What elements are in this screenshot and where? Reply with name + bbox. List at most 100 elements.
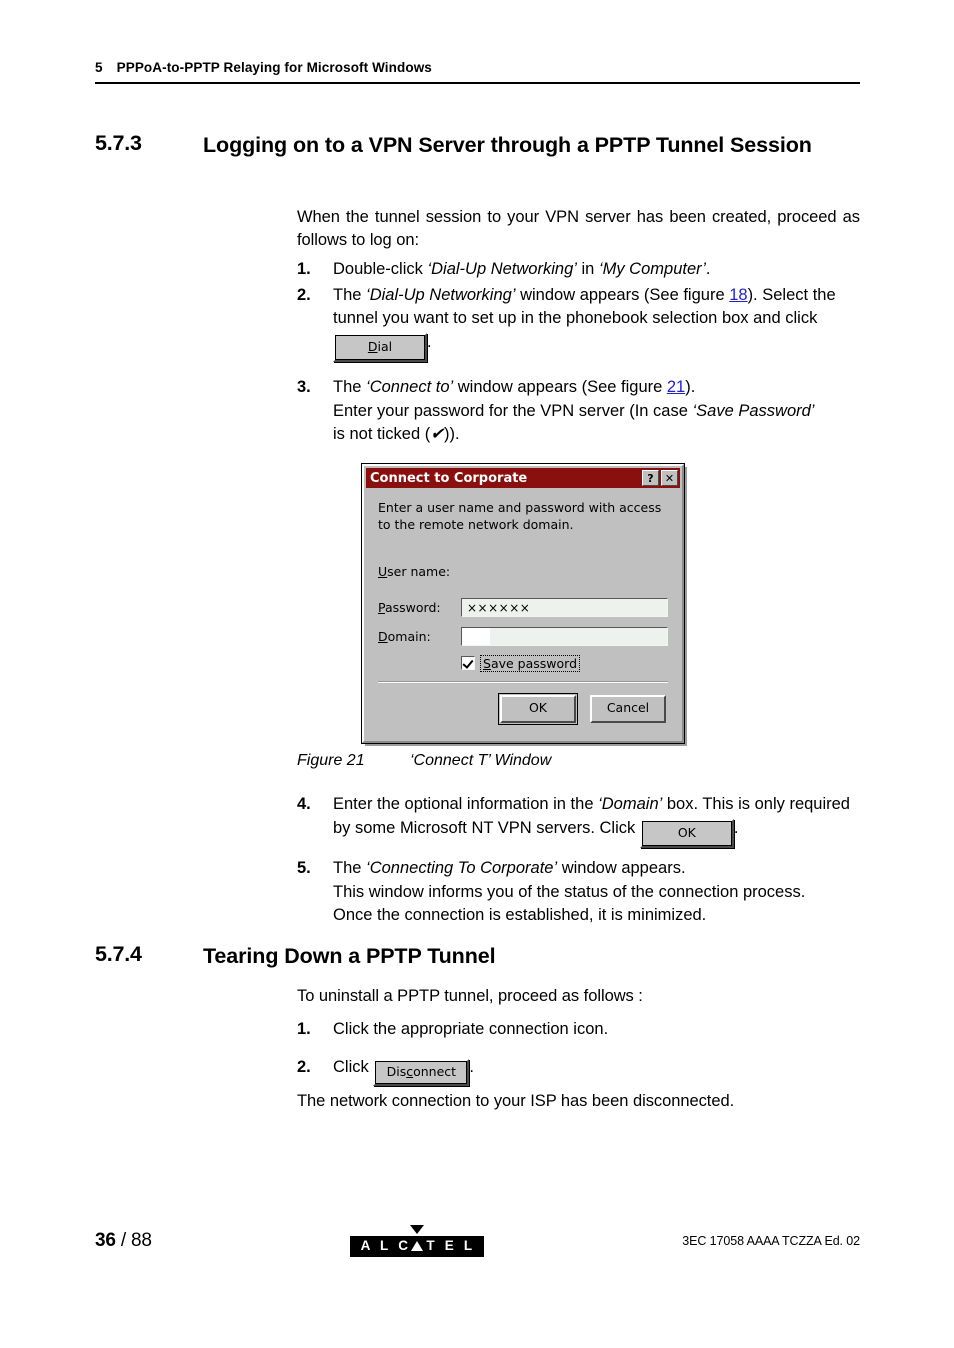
header-rule (95, 82, 860, 84)
close-icon[interactable]: ✕ (661, 470, 678, 486)
step5-post: window appears. (557, 859, 686, 878)
document-page: 5 PPPoA-to-PPTP Relaying for Microsoft W… (0, 0, 954, 1348)
list-item: 4. Enter the optional information in the… (297, 793, 860, 849)
step5-pre: The (333, 859, 367, 878)
triangle-up-icon (411, 1240, 424, 1251)
step3-line3-post: )). (444, 425, 460, 444)
step3-line2-pre: Enter your password for the VPN server (… (333, 401, 693, 420)
step2-emphasis: ‘Dial-Up Networking’ (366, 285, 516, 304)
teardown-step-number-1: 1. (297, 1020, 311, 1038)
figure-18-crossref[interactable]: 18 (729, 286, 747, 304)
step3-line3: is not ticked ( (333, 425, 431, 444)
step2-pre: The (333, 285, 367, 304)
step1-mid: in (576, 260, 599, 278)
step5-line2: This window informs you of the status of… (333, 882, 806, 901)
connect-to-corporate-dialog: Connect to Corporate ? ✕ Enter a user na… (361, 463, 685, 744)
ok-button[interactable]: OK (639, 818, 734, 849)
teardown-intro-block: To uninstall a PPTP tunnel, proceed as f… (297, 985, 860, 1008)
teardown-step-number-2: 2. (297, 1057, 311, 1076)
tick-icon: ✔ (430, 425, 445, 444)
password-label-text: assword: (384, 600, 441, 615)
figure-21-image: Connect to Corporate ? ✕ Enter a user na… (361, 463, 685, 744)
intro-paragraph: When the tunnel session to your VPN serv… (297, 208, 860, 250)
page-footer: 36 / 88 A L C T E L 3EC 17058 AAAA TCZZA … (95, 1225, 860, 1257)
step4-pre: Enter the optional information in the (333, 795, 599, 813)
section-heading-573: 5.7.3 Logging on to a VPN Server through… (95, 131, 860, 159)
username-label-text: ser name: (387, 564, 451, 579)
disconnect-button-rest: onnect (413, 1063, 457, 1079)
dialog-ok-button[interactable]: OK (498, 693, 578, 725)
step-number-5: 5. (297, 859, 311, 878)
teardown-step2-post: . (469, 1057, 474, 1076)
step-number-1: 1. (297, 260, 311, 278)
save-password-label[interactable]: Save password (479, 654, 581, 673)
step1-emphasis-2: ‘My Computer’ (598, 260, 706, 278)
step3-post: ). (685, 378, 696, 397)
figure-caption-label: Figure 21 (297, 752, 365, 769)
alcatel-logo-letters-pre: A L C (360, 1238, 412, 1253)
step2-tail: . (427, 332, 432, 351)
dial-button-accelerator: D (367, 338, 378, 354)
list-item: 2. Click Disconnect. (297, 1056, 860, 1087)
list-item: 1. Click the appropriate connection icon… (297, 1018, 860, 1042)
step4-emphasis: ‘Domain’ (598, 795, 663, 813)
logon-steps-list-continued: 4. Enter the optional information in the… (297, 793, 860, 928)
teardown-steps-list: 1. Click the appropriate connection icon… (297, 1018, 860, 1087)
step-text-3: The ‘Connect to’ window appears (See fig… (333, 376, 860, 447)
teardown-closing: The network connection to your ISP has b… (297, 1092, 735, 1110)
username-field-row: User name: (378, 562, 668, 582)
page-number-current: 36 (95, 1229, 116, 1251)
help-icon[interactable]: ? (642, 470, 659, 486)
step5-line3: Once the connection is established, it i… (333, 906, 707, 925)
domain-label-text: omain: (387, 629, 431, 644)
dialog-button-row: OK Cancel (378, 693, 668, 731)
step-number-2: 2. (297, 285, 311, 304)
triangle-down-icon (409, 1225, 424, 1234)
domain-label: Domain: (378, 629, 461, 644)
teardown-step2-pre: Click (333, 1057, 369, 1076)
dialog-separator (378, 681, 668, 684)
section-number-573: 5.7.3 (95, 131, 142, 155)
step3-pre: The (333, 378, 367, 397)
chapter-title: PPPoA-to-PPTP Relaying for Microsoft Win… (116, 60, 432, 75)
teardown-intro: To uninstall a PPTP tunnel, proceed as f… (297, 987, 643, 1005)
dialog-body: Enter a user name and password with acce… (364, 488, 682, 741)
alcatel-logo-letters-post: T E L (426, 1238, 476, 1253)
save-password-checkbox[interactable] (461, 656, 475, 671)
running-header-line: 5 PPPoA-to-PPTP Relaying for Microsoft W… (95, 60, 860, 82)
teardown-step-text-2: Click Disconnect. (333, 1056, 860, 1087)
dialog-cancel-button[interactable]: Cancel (590, 695, 666, 723)
step3-mid: window appears (See figure (453, 378, 667, 397)
password-input[interactable]: ×××××× (461, 598, 668, 617)
password-label: Password: (378, 600, 461, 615)
dialog-instruction: Enter a user name and password with acce… (378, 500, 662, 532)
dial-button[interactable]: Dial (333, 332, 427, 363)
step-text-4: Enter the optional information in the ‘D… (333, 793, 860, 849)
step-number-4: 4. (297, 795, 311, 813)
chapter-number: 5 (95, 60, 103, 75)
figure-caption: Figure 21 ‘Connect T’ Window (297, 752, 551, 770)
intro-paragraph-block: When the tunnel session to your VPN serv… (297, 206, 860, 253)
teardown-closing-block: The network connection to your ISP has b… (297, 1090, 860, 1113)
document-id: 3EC 17058 AAAA TCZZA Ed. 02 (682, 1233, 860, 1248)
disconnect-button[interactable]: Disconnect (373, 1058, 470, 1087)
save-password-accelerator: S (483, 655, 491, 671)
running-header: 5 PPPoA-to-PPTP Relaying for Microsoft W… (95, 60, 860, 84)
list-item: 1. Double-click ‘Dial-Up Networking’ in … (297, 258, 860, 282)
dialog-title-bar: Connect to Corporate ? ✕ (366, 468, 680, 488)
step-text-5: The ‘Connecting To Corporate’ window app… (333, 857, 860, 928)
figure-21-crossref[interactable]: 21 (667, 378, 685, 396)
step3-emphasis: ‘Connect to’ (366, 378, 454, 397)
domain-input[interactable] (461, 627, 668, 646)
username-label: User name: (378, 564, 461, 579)
section-heading-574: 5.7.4 Tearing Down a PPTP Tunnel (95, 942, 860, 970)
save-password-row[interactable]: Save password (461, 654, 668, 673)
step1-pre: Double-click (333, 260, 428, 278)
section-title-574: Tearing Down a PPTP Tunnel (203, 944, 496, 968)
page-number-separator: / (115, 1229, 131, 1251)
page-number: 36 / 88 (95, 1230, 152, 1252)
password-field-row: Password: ×××××× (378, 598, 668, 618)
username-accelerator: U (378, 564, 388, 579)
step2-mid: window appears (See figure (515, 285, 730, 304)
section-number-574: 5.7.4 (95, 942, 142, 966)
